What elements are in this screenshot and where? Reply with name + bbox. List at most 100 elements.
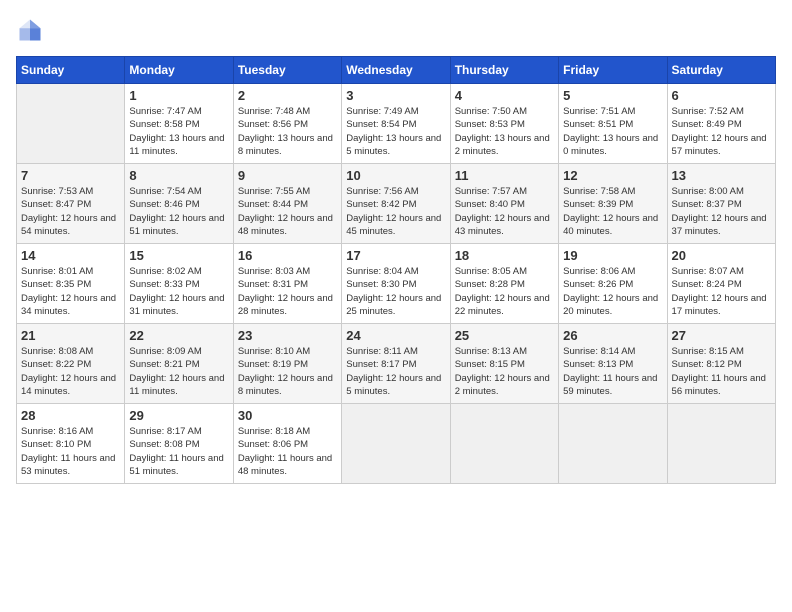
day-number: 26	[563, 328, 662, 343]
weekday-saturday: Saturday	[667, 57, 775, 84]
day-info: Sunrise: 8:15 AMSunset: 8:12 PMDaylight:…	[672, 345, 771, 398]
weekday-tuesday: Tuesday	[233, 57, 341, 84]
logo-icon	[16, 16, 44, 44]
weekday-thursday: Thursday	[450, 57, 558, 84]
calendar-cell: 21 Sunrise: 8:08 AMSunset: 8:22 PMDayligh…	[17, 324, 125, 404]
calendar-body: 1 Sunrise: 7:47 AMSunset: 8:58 PMDaylight…	[17, 84, 776, 484]
day-number: 9	[238, 168, 337, 183]
calendar-cell: 15 Sunrise: 8:02 AMSunset: 8:33 PMDayligh…	[125, 244, 233, 324]
day-info: Sunrise: 8:03 AMSunset: 8:31 PMDaylight:…	[238, 265, 337, 318]
day-number: 2	[238, 88, 337, 103]
day-info: Sunrise: 8:18 AMSunset: 8:06 PMDaylight:…	[238, 425, 337, 478]
day-number: 22	[129, 328, 228, 343]
calendar-cell: 19Sunrise: 8:06 AMSunset: 8:26 PMDayligh…	[559, 244, 667, 324]
day-info: Sunrise: 7:49 AMSunset: 8:54 PMDaylight:…	[346, 105, 445, 158]
day-info: Sunrise: 8:11 AMSunset: 8:17 PMDaylight:…	[346, 345, 445, 398]
day-info: Sunrise: 8:17 AMSunset: 8:08 PMDaylight:…	[129, 425, 228, 478]
weekday-sunday: Sunday	[17, 57, 125, 84]
day-info: Sunrise: 7:58 AMSunset: 8:39 PMDaylight:…	[563, 185, 662, 238]
day-info: Sunrise: 7:54 AMSunset: 8:46 PMDaylight:…	[129, 185, 228, 238]
calendar-week-5: 28 Sunrise: 8:16 AMSunset: 8:10 PMDayligh…	[17, 404, 776, 484]
calendar-cell: 6 Sunrise: 7:52 AMSunset: 8:49 PMDaylight…	[667, 84, 775, 164]
calendar-week-2: 7Sunrise: 7:53 AMSunset: 8:47 PMDaylight…	[17, 164, 776, 244]
calendar-cell	[559, 404, 667, 484]
calendar-header: SundayMondayTuesdayWednesdayThursdayFrid…	[17, 57, 776, 84]
day-number: 14	[21, 248, 120, 263]
calendar-week-3: 14Sunrise: 8:01 AMSunset: 8:35 PMDayligh…	[17, 244, 776, 324]
day-info: Sunrise: 8:14 AMSunset: 8:13 PMDaylight:…	[563, 345, 662, 398]
calendar-cell	[17, 84, 125, 164]
calendar-cell: 12 Sunrise: 7:58 AMSunset: 8:39 PMDayligh…	[559, 164, 667, 244]
weekday-header-row: SundayMondayTuesdayWednesdayThursdayFrid…	[17, 57, 776, 84]
day-number: 1	[129, 88, 228, 103]
calendar-cell: 26 Sunrise: 8:14 AMSunset: 8:13 PMDayligh…	[559, 324, 667, 404]
calendar-week-1: 1 Sunrise: 7:47 AMSunset: 8:58 PMDaylight…	[17, 84, 776, 164]
logo	[16, 16, 48, 44]
day-info: Sunrise: 8:10 AMSunset: 8:19 PMDaylight:…	[238, 345, 337, 398]
calendar-cell: 28 Sunrise: 8:16 AMSunset: 8:10 PMDayligh…	[17, 404, 125, 484]
day-number: 28	[21, 408, 120, 423]
calendar-cell	[450, 404, 558, 484]
calendar-cell: 13 Sunrise: 8:00 AMSunset: 8:37 PMDayligh…	[667, 164, 775, 244]
weekday-monday: Monday	[125, 57, 233, 84]
calendar-cell: 2Sunrise: 7:48 AMSunset: 8:56 PMDaylight…	[233, 84, 341, 164]
day-info: Sunrise: 8:13 AMSunset: 8:15 PMDaylight:…	[455, 345, 554, 398]
calendar-cell: 7Sunrise: 7:53 AMSunset: 8:47 PMDaylight…	[17, 164, 125, 244]
day-number: 16	[238, 248, 337, 263]
day-number: 30	[238, 408, 337, 423]
calendar-cell: 23 Sunrise: 8:10 AMSunset: 8:19 PMDayligh…	[233, 324, 341, 404]
day-number: 17	[346, 248, 445, 263]
day-info: Sunrise: 7:50 AMSunset: 8:53 PMDaylight:…	[455, 105, 554, 158]
day-info: Sunrise: 7:55 AMSunset: 8:44 PMDaylight:…	[238, 185, 337, 238]
day-number: 24	[346, 328, 445, 343]
calendar-week-4: 21 Sunrise: 8:08 AMSunset: 8:22 PMDayligh…	[17, 324, 776, 404]
day-info: Sunrise: 7:52 AMSunset: 8:49 PMDaylight:…	[672, 105, 771, 158]
calendar-cell: 3 Sunrise: 7:49 AMSunset: 8:54 PMDaylight…	[342, 84, 450, 164]
calendar-cell: 29 Sunrise: 8:17 AMSunset: 8:08 PMDayligh…	[125, 404, 233, 484]
day-info: Sunrise: 8:05 AMSunset: 8:28 PMDaylight:…	[455, 265, 554, 318]
calendar-cell: 17 Sunrise: 8:04 AMSunset: 8:30 PMDayligh…	[342, 244, 450, 324]
day-number: 12	[563, 168, 662, 183]
calendar-cell: 20 Sunrise: 8:07 AMSunset: 8:24 PMDayligh…	[667, 244, 775, 324]
day-info: Sunrise: 7:57 AMSunset: 8:40 PMDaylight:…	[455, 185, 554, 238]
day-info: Sunrise: 8:09 AMSunset: 8:21 PMDaylight:…	[129, 345, 228, 398]
day-number: 10	[346, 168, 445, 183]
day-info: Sunrise: 8:16 AMSunset: 8:10 PMDaylight:…	[21, 425, 120, 478]
day-number: 20	[672, 248, 771, 263]
day-number: 15	[129, 248, 228, 263]
day-info: Sunrise: 8:06 AMSunset: 8:26 PMDaylight:…	[563, 265, 662, 318]
weekday-wednesday: Wednesday	[342, 57, 450, 84]
day-info: Sunrise: 8:04 AMSunset: 8:30 PMDaylight:…	[346, 265, 445, 318]
calendar-table: SundayMondayTuesdayWednesdayThursdayFrid…	[16, 56, 776, 484]
day-number: 13	[672, 168, 771, 183]
day-number: 6	[672, 88, 771, 103]
calendar-cell: 8Sunrise: 7:54 AMSunset: 8:46 PMDaylight…	[125, 164, 233, 244]
day-number: 4	[455, 88, 554, 103]
page-header	[16, 16, 776, 44]
day-number: 21	[21, 328, 120, 343]
day-number: 3	[346, 88, 445, 103]
day-number: 29	[129, 408, 228, 423]
day-info: Sunrise: 8:07 AMSunset: 8:24 PMDaylight:…	[672, 265, 771, 318]
calendar-cell: 22 Sunrise: 8:09 AMSunset: 8:21 PMDayligh…	[125, 324, 233, 404]
day-number: 18	[455, 248, 554, 263]
day-info: Sunrise: 7:53 AMSunset: 8:47 PMDaylight:…	[21, 185, 120, 238]
day-info: Sunrise: 8:00 AMSunset: 8:37 PMDaylight:…	[672, 185, 771, 238]
calendar-cell: 25Sunrise: 8:13 AMSunset: 8:15 PMDayligh…	[450, 324, 558, 404]
calendar-cell: 11Sunrise: 7:57 AMSunset: 8:40 PMDayligh…	[450, 164, 558, 244]
day-number: 27	[672, 328, 771, 343]
calendar-cell: 9 Sunrise: 7:55 AMSunset: 8:44 PMDaylight…	[233, 164, 341, 244]
day-number: 23	[238, 328, 337, 343]
calendar-cell: 14Sunrise: 8:01 AMSunset: 8:35 PMDayligh…	[17, 244, 125, 324]
calendar-cell: 5 Sunrise: 7:51 AMSunset: 8:51 PMDaylight…	[559, 84, 667, 164]
day-info: Sunrise: 7:47 AMSunset: 8:58 PMDaylight:…	[129, 105, 228, 158]
calendar-cell: 1 Sunrise: 7:47 AMSunset: 8:58 PMDaylight…	[125, 84, 233, 164]
calendar-cell: 18 Sunrise: 8:05 AMSunset: 8:28 PMDayligh…	[450, 244, 558, 324]
day-info: Sunrise: 8:08 AMSunset: 8:22 PMDaylight:…	[21, 345, 120, 398]
calendar-cell: 30 Sunrise: 8:18 AMSunset: 8:06 PMDayligh…	[233, 404, 341, 484]
day-info: Sunrise: 7:51 AMSunset: 8:51 PMDaylight:…	[563, 105, 662, 158]
day-info: Sunrise: 8:02 AMSunset: 8:33 PMDaylight:…	[129, 265, 228, 318]
day-number: 5	[563, 88, 662, 103]
calendar-cell	[342, 404, 450, 484]
calendar-cell	[667, 404, 775, 484]
